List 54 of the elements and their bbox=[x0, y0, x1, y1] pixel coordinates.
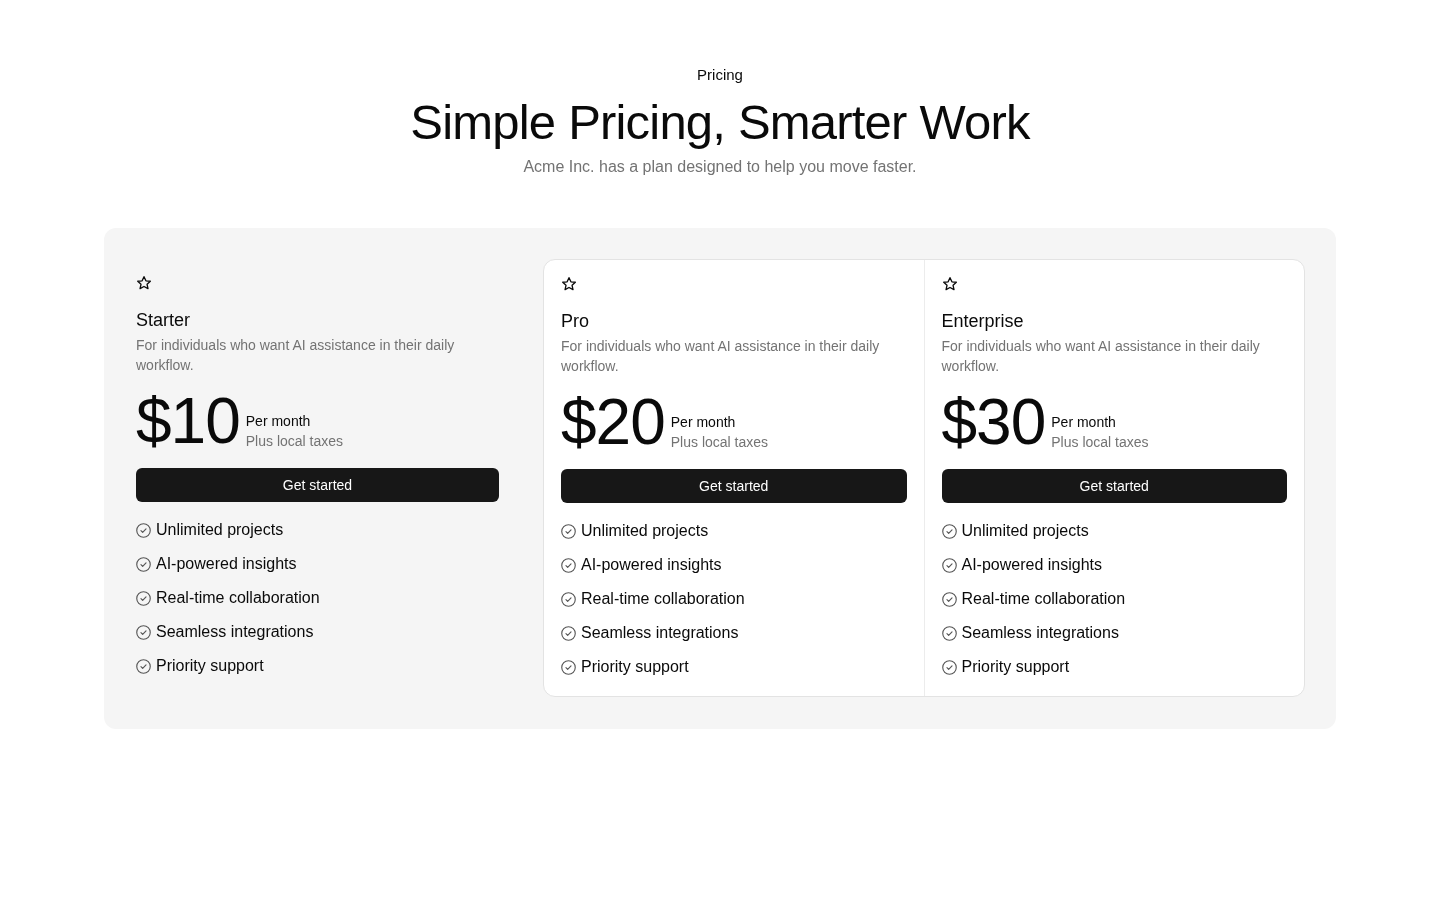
check-circle-icon bbox=[561, 591, 576, 607]
check-circle-icon bbox=[136, 590, 151, 606]
page-subtitle: Acme Inc. has a plan designed to help you move faster. bbox=[523, 157, 917, 177]
check-circle-icon bbox=[561, 625, 576, 641]
feature-text: AI-powered insights bbox=[156, 554, 297, 574]
check-circle-icon bbox=[136, 624, 151, 640]
star-icon bbox=[561, 276, 577, 292]
check-circle-icon bbox=[941, 659, 957, 675]
feature-text: Real-time collaboration bbox=[581, 589, 745, 609]
feature-text: Priority support bbox=[581, 657, 689, 677]
feature-text: Real-time collaboration bbox=[961, 589, 1126, 609]
plan-price: $30 bbox=[941, 390, 1046, 454]
check-circle-icon bbox=[561, 523, 576, 539]
feature-text: Priority support bbox=[961, 657, 1070, 677]
tax-note: Plus local taxes bbox=[1051, 433, 1149, 452]
feature-text: Seamless integrations bbox=[581, 623, 739, 643]
price-period: Per month bbox=[245, 412, 311, 431]
plan-name: Starter bbox=[136, 309, 191, 332]
price-period: Per month bbox=[670, 413, 736, 432]
star-icon bbox=[941, 276, 958, 292]
feature-text: Unlimited projects bbox=[156, 520, 284, 540]
section-eyebrow: Pricing bbox=[697, 65, 743, 85]
feature-text: Seamless integrations bbox=[961, 623, 1119, 643]
plan-name: Enterprise bbox=[941, 310, 1024, 333]
get-started-button[interactable]: Get started bbox=[561, 469, 907, 503]
check-circle-icon bbox=[941, 557, 957, 573]
check-circle-icon bbox=[136, 658, 151, 674]
page-title: Simple Pricing, Smarter Work bbox=[410, 94, 1030, 150]
star-icon bbox=[136, 275, 152, 291]
check-circle-icon bbox=[561, 659, 576, 675]
feature-text: AI-powered insights bbox=[581, 555, 722, 575]
check-circle-icon bbox=[136, 556, 151, 572]
feature-text: Unlimited projects bbox=[961, 521, 1089, 541]
feature-text: Seamless integrations bbox=[156, 622, 314, 642]
feature-text: Priority support bbox=[156, 656, 264, 676]
feature-text: AI-powered insights bbox=[961, 555, 1102, 575]
plan-price: $20 bbox=[561, 390, 665, 454]
check-circle-icon bbox=[941, 625, 957, 641]
plan-price: $10 bbox=[136, 389, 240, 453]
price-period: Per month bbox=[1051, 413, 1116, 432]
check-circle-icon bbox=[561, 557, 576, 573]
plan-name: Pro bbox=[561, 310, 589, 333]
check-circle-icon bbox=[136, 522, 151, 538]
plan-description: For individuals who want AI assistance in their daily workflow. bbox=[941, 337, 1261, 376]
tax-note: Plus local taxes bbox=[670, 433, 769, 452]
feature-text: Unlimited projects bbox=[581, 521, 709, 541]
tax-note: Plus local taxes bbox=[245, 432, 344, 451]
feature-text: Real-time collaboration bbox=[156, 588, 320, 608]
plan-description: For individuals who want AI assistance in their daily workflow. bbox=[136, 336, 456, 375]
check-circle-icon bbox=[941, 591, 957, 607]
plan-description: For individuals who want AI assistance in their daily workflow. bbox=[561, 337, 881, 376]
get-started-button[interactable]: Get started bbox=[136, 468, 499, 502]
get-started-button[interactable]: Get started bbox=[941, 469, 1287, 503]
check-circle-icon bbox=[941, 523, 957, 539]
